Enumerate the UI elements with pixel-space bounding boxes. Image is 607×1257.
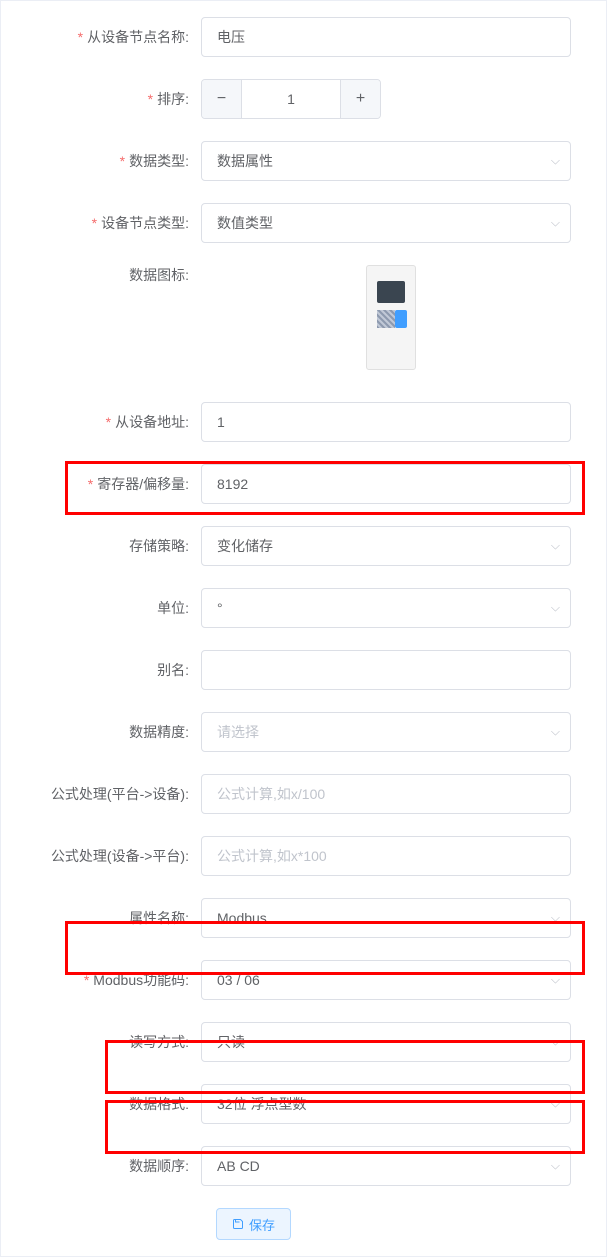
label-rw-mode: 读写方式: bbox=[21, 1032, 201, 1052]
label-register: 寄存器/偏移量: bbox=[21, 474, 201, 494]
chevron-down-icon: ⌵ bbox=[551, 973, 560, 988]
label-func-code: Modbus功能码: bbox=[21, 970, 201, 990]
stepper-decrement[interactable]: − bbox=[202, 80, 242, 118]
label-unit: 单位: bbox=[21, 598, 201, 618]
select-value: ° bbox=[217, 600, 223, 616]
chevron-down-icon: ⌵ bbox=[551, 911, 560, 926]
label-storage: 存储策略: bbox=[21, 536, 201, 556]
save-button[interactable]: 保存 bbox=[216, 1208, 291, 1240]
input-formula-d2p[interactable] bbox=[201, 836, 571, 876]
label-attr-name: 属性名称: bbox=[21, 908, 201, 928]
select-unit[interactable]: ° ⌵ bbox=[201, 588, 571, 628]
stepper-increment[interactable]: + bbox=[340, 80, 380, 118]
select-precision[interactable]: 请选择 ⌵ bbox=[201, 712, 571, 752]
chevron-down-icon: ⌵ bbox=[551, 725, 560, 740]
label-data-order: 数据顺序: bbox=[21, 1156, 201, 1176]
label-device-addr: 从设备地址: bbox=[21, 412, 201, 432]
select-value: 03 / 06 bbox=[217, 972, 260, 988]
select-value: 数据属性 bbox=[217, 151, 273, 171]
label-data-icon: 数据图标: bbox=[21, 265, 201, 285]
select-value: 32位 浮点型数 bbox=[217, 1094, 306, 1114]
select-storage[interactable]: 变化储存 ⌵ bbox=[201, 526, 571, 566]
input-register[interactable] bbox=[201, 464, 571, 504]
input-node-name[interactable] bbox=[201, 17, 571, 57]
stepper-input[interactable] bbox=[242, 80, 340, 118]
chevron-down-icon: ⌵ bbox=[551, 1097, 560, 1112]
label-sort: 排序: bbox=[21, 89, 201, 109]
input-device-addr[interactable] bbox=[201, 402, 571, 442]
chevron-down-icon: ⌵ bbox=[551, 1035, 560, 1050]
stepper-sort[interactable]: − + bbox=[201, 79, 381, 119]
select-func-code[interactable]: 03 / 06 ⌵ bbox=[201, 960, 571, 1000]
chevron-down-icon: ⌵ bbox=[551, 154, 560, 169]
chevron-down-icon: ⌵ bbox=[551, 601, 560, 616]
label-formula-p2d: 公式处理(平台->设备): bbox=[21, 784, 201, 804]
device-icon-image[interactable] bbox=[366, 265, 416, 370]
select-node-type[interactable]: 数值类型 ⌵ bbox=[201, 203, 571, 243]
save-label: 保存 bbox=[249, 1215, 275, 1234]
select-value: 变化储存 bbox=[217, 536, 273, 556]
select-placeholder: 请选择 bbox=[217, 722, 259, 742]
chevron-down-icon: ⌵ bbox=[551, 1159, 560, 1174]
label-data-type: 数据类型: bbox=[21, 151, 201, 171]
save-icon bbox=[232, 1218, 244, 1230]
input-formula-p2d[interactable] bbox=[201, 774, 571, 814]
chevron-down-icon: ⌵ bbox=[551, 216, 560, 231]
input-alias[interactable] bbox=[201, 650, 571, 690]
label-precision: 数据精度: bbox=[21, 722, 201, 742]
select-value: 数值类型 bbox=[217, 213, 273, 233]
chevron-down-icon: ⌵ bbox=[551, 539, 560, 554]
select-data-type[interactable]: 数据属性 ⌵ bbox=[201, 141, 571, 181]
select-attr-name[interactable]: Modbus ⌵ bbox=[201, 898, 571, 938]
label-node-type: 设备节点类型: bbox=[21, 213, 201, 233]
select-value: 只读 bbox=[217, 1032, 245, 1052]
select-data-format[interactable]: 32位 浮点型数 ⌵ bbox=[201, 1084, 571, 1124]
label-data-format: 数据格式: bbox=[21, 1094, 201, 1114]
select-value: AB CD bbox=[217, 1158, 260, 1174]
label-formula-d2p: 公式处理(设备->平台): bbox=[21, 846, 201, 866]
select-rw-mode[interactable]: 只读 ⌵ bbox=[201, 1022, 571, 1062]
label-node-name: 从设备节点名称: bbox=[21, 27, 201, 47]
select-data-order[interactable]: AB CD ⌵ bbox=[201, 1146, 571, 1186]
label-alias: 别名: bbox=[21, 660, 201, 680]
select-value: Modbus bbox=[217, 910, 267, 926]
